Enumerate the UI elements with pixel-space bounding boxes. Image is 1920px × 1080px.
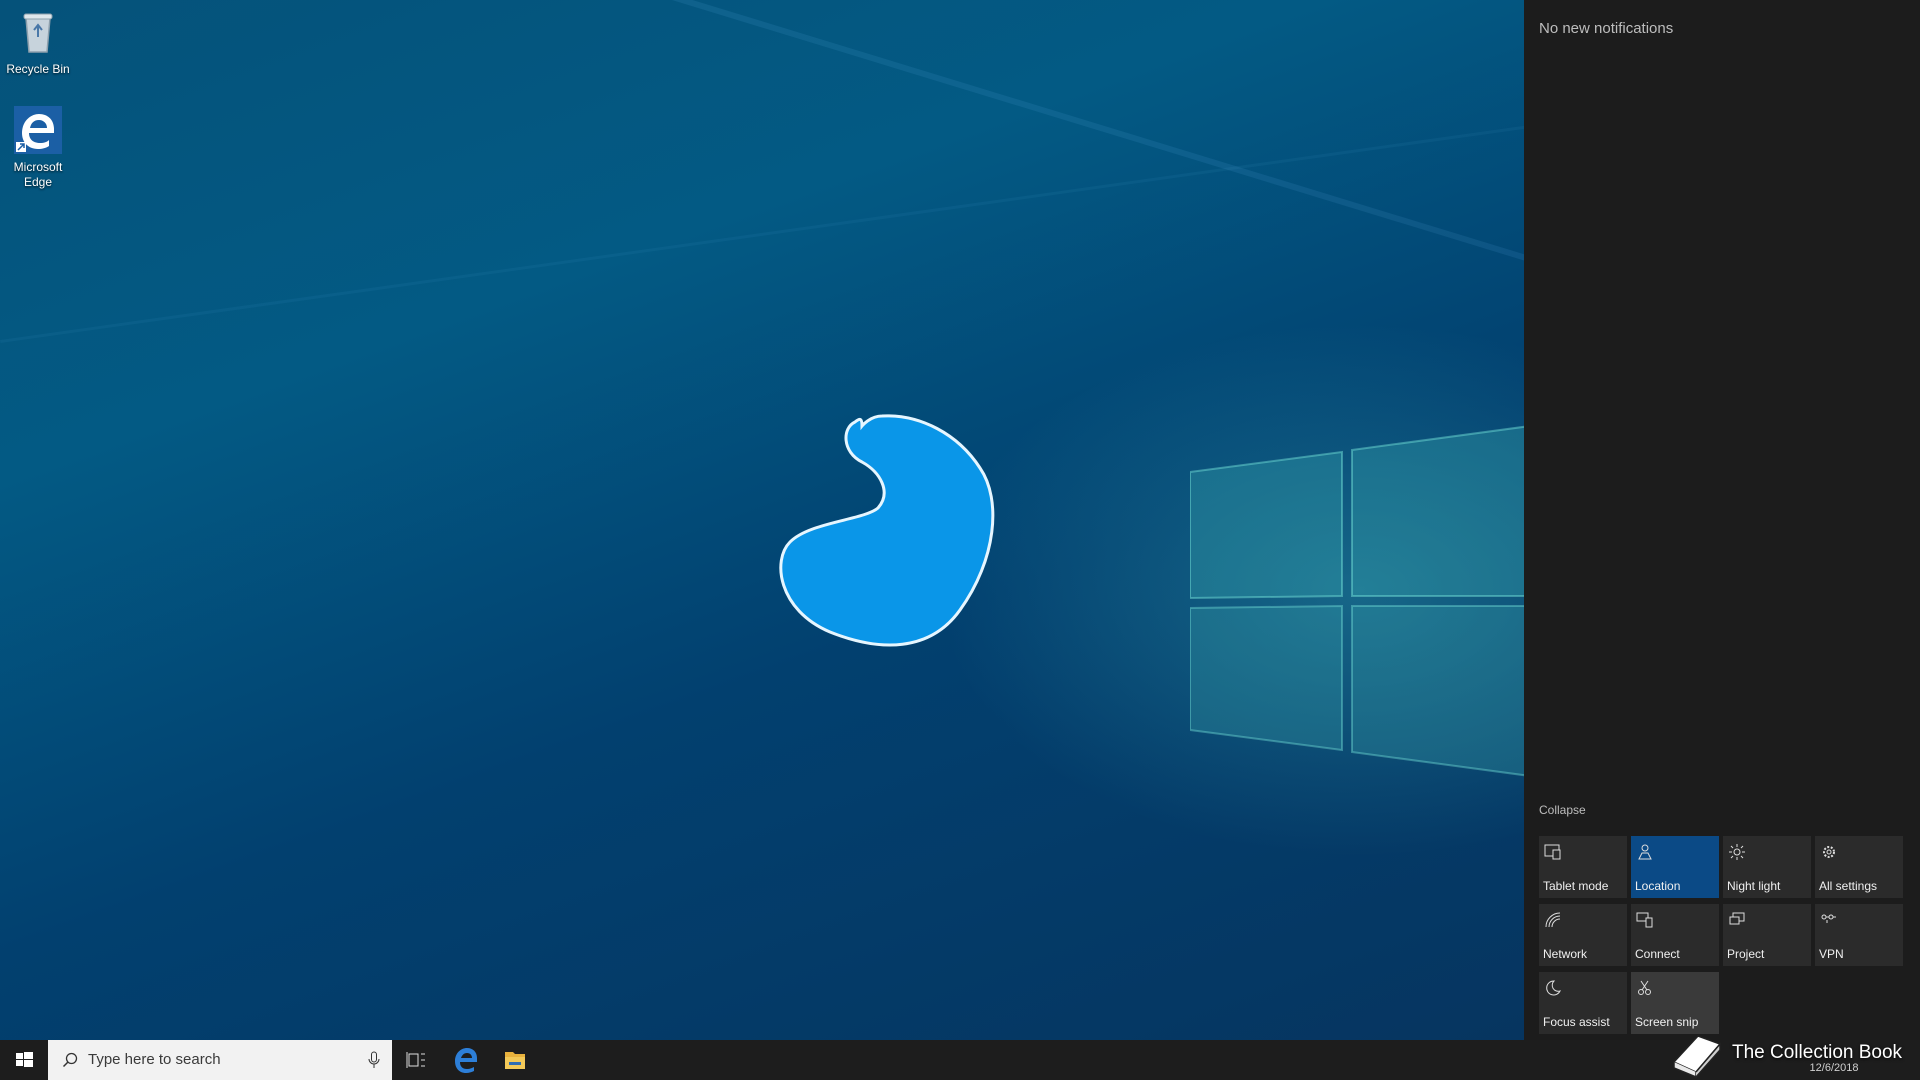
edge-icon [14, 106, 62, 154]
quick-action-label: All settings [1819, 879, 1878, 893]
start-button[interactable] [0, 1040, 48, 1080]
desktop: Recycle Bin Microsoft Edge [0, 0, 1524, 1040]
quick-action-label: Connect [1635, 947, 1680, 961]
desktop-icon-label: Microsoft Edge [13, 160, 63, 189]
quick-action-location[interactable]: Location [1631, 836, 1719, 898]
gear-icon [1823, 846, 1835, 858]
light-beam [0, 103, 1524, 343]
search-icon [62, 1052, 78, 1068]
connect-icon [1636, 912, 1653, 928]
collapse-link[interactable]: Collapse [1539, 803, 1586, 817]
quick-action-label: Location [1635, 879, 1681, 893]
quick-action-label: Tablet mode [1543, 879, 1609, 893]
moon-icon [1546, 980, 1561, 996]
quick-action-night-light[interactable]: Night light [1723, 836, 1811, 898]
desktop-icon-recycle-bin[interactable]: Recycle Bin [2, 8, 74, 77]
task-view-icon[interactable] [392, 1040, 440, 1080]
quick-action-label: Night light [1727, 879, 1781, 893]
night-light-icon [1729, 844, 1745, 860]
quick-action-label: Network [1543, 947, 1588, 961]
quick-action-network[interactable]: Network [1539, 904, 1627, 966]
network-icon [1545, 912, 1561, 928]
light-beam [298, 0, 1524, 354]
quick-action-label: Screen snip [1635, 1015, 1699, 1029]
file-explorer-icon[interactable] [491, 1040, 539, 1080]
quick-action-label: VPN [1819, 947, 1844, 961]
quick-action-label: Focus assist [1543, 1015, 1610, 1029]
taskbar: Type here to search 12/6/2018 [0, 1040, 1920, 1080]
quick-action-project[interactable]: Project [1723, 904, 1811, 966]
book-icon [1672, 1035, 1722, 1078]
taskbar-search-box[interactable]: Type here to search [48, 1040, 392, 1080]
quick-action-label: Project [1727, 947, 1765, 961]
edge-icon[interactable] [442, 1040, 490, 1080]
project-icon [1729, 912, 1745, 925]
quick-action-vpn[interactable]: VPN [1815, 904, 1903, 966]
watermark-text: The Collection Book [1732, 1042, 1903, 1063]
windows-logo-background [1190, 425, 1524, 777]
recycle-bin-icon [23, 13, 53, 53]
desktop-icon-label: Recycle Bin [6, 62, 70, 76]
quick-action-all-settings[interactable]: All settings [1815, 836, 1903, 898]
quick-action-focus-assist[interactable]: Focus assist [1539, 972, 1627, 1034]
vpn-icon [1821, 914, 1836, 923]
desktop-icon-microsoft-edge[interactable]: Microsoft Edge [2, 106, 74, 190]
microphone-icon[interactable] [368, 1051, 380, 1069]
action-center-panel: No new notifications Collapse Tablet mod… [1524, 0, 1920, 1040]
quick-action-connect[interactable]: Connect [1631, 904, 1719, 966]
scissors-icon [1638, 980, 1651, 995]
location-icon [1638, 844, 1652, 860]
no-notifications-text: No new notifications [1539, 20, 1674, 37]
quick-action-screen-snip[interactable]: Screen snip [1631, 972, 1719, 1034]
tablet-mode-icon [1544, 844, 1561, 860]
blue-blob-shape [779, 414, 995, 647]
search-placeholder: Type here to search [88, 1051, 221, 1068]
quick-action-tablet-mode[interactable]: Tablet mode [1539, 836, 1627, 898]
